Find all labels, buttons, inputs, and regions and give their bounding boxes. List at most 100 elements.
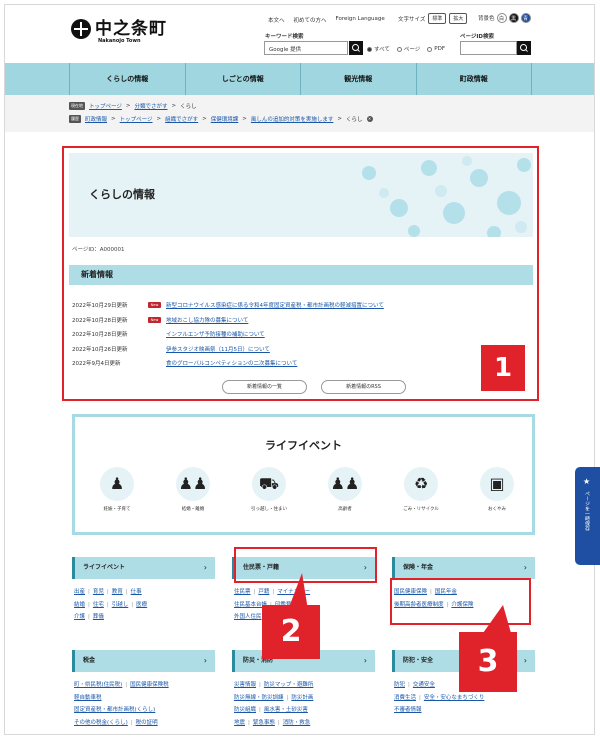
category-link[interactable]: 緊急事態 [253,720,275,726]
category-link[interactable]: 教育 [112,589,123,595]
skip-to-content-link[interactable]: 本文へ [268,16,285,24]
category-link[interactable]: 結婚 [74,602,85,608]
category-link[interactable]: 不審者情報 [394,707,422,713]
scope-pdf-label: PDF [434,46,446,52]
keyword-search-button[interactable] [349,41,363,55]
category-link[interactable]: 介護 [74,614,85,620]
bg-color-control: 背景色 白 黒 青 [478,13,531,23]
life-event-condolence[interactable]: ▣ おくやみ [477,467,517,512]
bg-white-button[interactable]: 白 [496,13,507,23]
category-header[interactable]: 税金 › [72,650,215,672]
breadcrumb-link[interactable]: トップページ [89,102,122,110]
category-link[interactable]: 防災組織 [234,707,256,713]
callout-1: 1 [481,345,525,391]
history-link[interactable]: 保健環境課 [211,115,239,123]
category-link[interactable]: 仕事 [131,589,142,595]
news-link[interactable]: インフルエンザ予防接種の補助について [166,330,265,338]
category-link[interactable]: 国民健康保険税 [130,682,169,688]
scope-page-radio[interactable]: ページ [396,45,421,53]
category-link[interactable]: 住民票 [234,589,251,595]
foreign-language-link[interactable]: Foreign Language [336,16,385,24]
category-link[interactable]: マイナンバー [277,589,310,595]
category-link[interactable]: 安全・安心なまちづくり [424,695,485,701]
history-current: くらし [346,116,363,123]
life-event-recycling[interactable]: ♻ ごみ・リサイクル [401,467,441,512]
pageid-search-button[interactable] [517,41,531,55]
category-link[interactable]: 軽自動車税 [74,695,102,701]
category-header[interactable]: 保険・年金 › [392,557,535,579]
clear-history-icon[interactable]: × [366,115,373,122]
history-link[interactable]: 町政情報 [85,115,107,123]
category-link[interactable]: 交通安全 [413,682,435,688]
category-link[interactable]: 住宅 [93,602,104,608]
category-link[interactable]: 出産 [74,589,85,595]
scope-pdf-radio[interactable]: PDF [427,45,445,53]
history-link[interactable]: 風しんの追加的対策を実施します [251,115,334,123]
star-icon: ★ [583,477,591,486]
category-link[interactable]: 消費生活 [394,695,416,701]
history-link[interactable]: 組織でさがす [165,115,198,123]
breadcrumb-current-tag: 現在地 [69,101,85,110]
category-link[interactable]: 防災計画 [291,695,313,701]
category-link[interactable]: 防災マップ・避難所 [264,682,314,688]
site-logo[interactable]: 中之条町 Nakanojo Town [71,19,167,44]
category-link[interactable]: 葬儀 [93,614,104,620]
life-event-label: 引っ越し・住まい [251,507,287,512]
pageid-search-input[interactable] [460,41,517,55]
category-link[interactable]: 医療 [136,602,147,608]
category-header[interactable]: ライフイベント › [72,557,215,579]
nav-living[interactable]: くらしの情報 [69,63,185,95]
first-visit-link[interactable]: 初めての方へ [294,16,327,24]
life-event-moving[interactable]: ⛟ 引っ越し・住まい [249,467,289,512]
category-links: 災害情報 | 防災マップ・避難所 防災無線・防災訓練 | 防災計画 防災組織 | 風水害・土… [234,682,314,726]
chevron-right-icon: › [203,563,207,572]
category-link[interactable]: 災害情報 [234,682,256,688]
life-event-label: 高齢者 [338,507,352,512]
breadcrumb-link[interactable]: 分類でさがす [135,102,168,110]
category-link[interactable]: 防犯 [394,682,405,688]
category-link[interactable]: 税の証明 [136,720,158,726]
life-event-elderly[interactable]: ♟♟ 高齢者 [325,467,365,512]
scope-page-label: ページ [403,47,421,53]
category-link[interactable]: 引越し [112,602,129,608]
news-link[interactable]: 新型コロナウイルス感染症に係る令和4年度固定資産税・都市計画税の軽減措置について [166,301,384,309]
category-link[interactable]: 固定資産税・都市計画税(くらし) [74,707,155,713]
history-link[interactable]: トップページ [120,115,153,123]
category-link[interactable]: 地震 [234,720,245,726]
news-link[interactable]: 地域おこし協力隊の募集について [166,316,248,324]
site-header: 中之条町 Nakanojo Town 本文へ 初めての方へ Foreign La… [5,5,594,63]
category-link[interactable]: 外国人住民 [234,614,262,620]
category-link[interactable]: 戸籍 [258,589,269,595]
news-link[interactable]: 伊参スタジオ映画祭（11月5日）について [166,345,270,353]
keyword-search-input[interactable]: Google 提供 [264,41,348,55]
save-page-tab[interactable]: ★ ページを一時保存 [575,467,600,565]
nav-work[interactable]: しごとの情報 [184,63,301,95]
nav-tourism[interactable]: 観光情報 [300,63,416,95]
category-link[interactable]: 防災無線・防災訓練 [234,695,284,701]
news-item: 2022年10月26日更新 伊参スタジオ映画祭（11月5日）について [72,342,502,357]
font-size-large-button[interactable]: 拡大 [449,13,468,24]
scope-all-radio[interactable]: すべて [367,45,390,53]
highlight-box-2 [234,547,377,583]
font-size-standard-button[interactable]: 標準 [428,13,447,24]
life-event-marriage[interactable]: ♟♟ 結婚・離婚 [173,467,213,512]
nav-town-admin[interactable]: 町政情報 [415,63,532,95]
bg-black-button[interactable]: 黒 [508,13,519,23]
category-link[interactable]: 育児 [93,589,104,595]
bg-blue-button[interactable]: 青 [520,13,531,23]
news-rss-button[interactable]: 新着情報のRSS [321,380,406,394]
news-item: 2022年10月29日更新 New 新型コロナウイルス感染症に係る令和4年度固定資産… [72,298,502,313]
news-link[interactable]: 食のグローバルコンペティションの二次募集について [166,359,297,367]
new-badge: New [148,302,161,309]
category-link[interactable]: 町・県民税(住民税) [74,682,122,688]
pregnant-person-icon: ♟ [100,467,134,501]
life-events-list: ♟ 妊娠・子育て ♟♟ 結婚・離婚 ⛟ 引っ越し・住まい ♟♟ 高齢者 ♻ ごみ・リサイク… [97,467,517,512]
category-link[interactable]: 風水害・土砂災害 [264,707,308,713]
life-event-pregnancy[interactable]: ♟ 妊娠・子育て [97,467,137,512]
category-link[interactable]: 消防・救急 [283,720,311,726]
life-event-label: ごみ・リサイクル [403,507,439,512]
callout-2: 2 [262,605,320,659]
news-header: 新着情報 [69,265,533,285]
news-list-button[interactable]: 新着情報の一覧 [222,380,307,394]
category-link[interactable]: その他の税金(くらし) [74,720,128,726]
